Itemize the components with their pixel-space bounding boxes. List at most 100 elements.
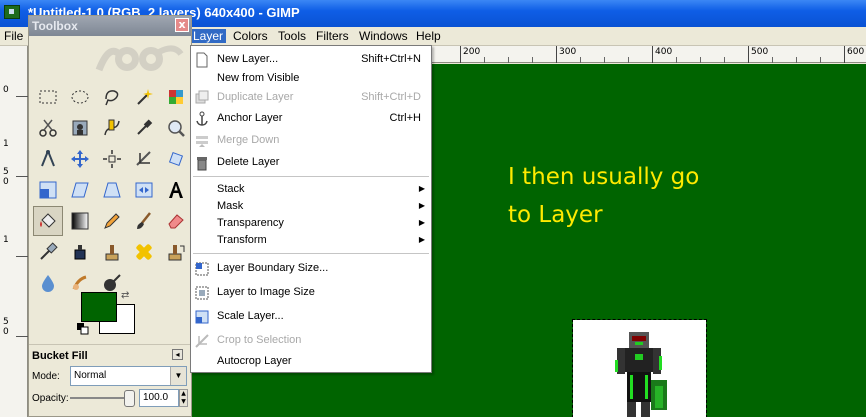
ruler-label: 1 — [3, 235, 9, 245]
scissors-icon[interactable] — [33, 113, 63, 143]
flip-icon[interactable] — [129, 175, 159, 205]
scale-layer-icon — [195, 310, 209, 324]
blur-icon[interactable] — [33, 268, 63, 298]
menu-item-layer-boundary-size[interactable]: Layer Boundary Size... — [191, 260, 431, 278]
opacity-label: Opacity: — [32, 393, 69, 404]
ink-icon[interactable] — [65, 237, 95, 267]
menu-item-delete-layer[interactable]: Delete Layer — [191, 154, 431, 172]
perspective-icon[interactable] — [97, 175, 127, 205]
shear-icon[interactable] — [65, 175, 95, 205]
menu-item-duplicate-layer[interactable]: Duplicate Layer Shift+Ctrl+D — [191, 89, 431, 107]
paintbrush-icon[interactable] — [129, 206, 159, 236]
rotate-icon[interactable] — [161, 144, 191, 174]
scale-icon[interactable] — [33, 175, 63, 205]
eraser-icon[interactable] — [161, 206, 191, 236]
menu-file[interactable]: File — [4, 29, 23, 43]
anchor-icon — [196, 111, 208, 126]
close-icon[interactable]: x — [175, 18, 189, 32]
menu-item-autocrop-layer[interactable]: Autocrop Layer — [191, 353, 431, 371]
menu-help[interactable]: Help — [416, 29, 441, 43]
submenu-arrow-icon: ▶ — [418, 184, 425, 193]
select-by-color-icon[interactable] — [161, 82, 191, 112]
measure-icon[interactable] — [33, 144, 63, 174]
sprite-layer[interactable] — [572, 319, 707, 417]
submenu-arrow-icon: ▶ — [418, 218, 425, 227]
menu-item-layer-to-image-size[interactable]: Layer to Image Size — [191, 284, 431, 302]
menu-colors[interactable]: Colors — [233, 29, 268, 43]
blend-icon[interactable] — [65, 206, 95, 236]
layer-boundary-icon — [195, 262, 209, 276]
swap-colors-icon[interactable]: ⇄ — [121, 290, 129, 301]
mode-select[interactable]: Normal ▼ — [70, 366, 187, 386]
menu-item-mask[interactable]: Mask ▶ — [191, 198, 431, 216]
ruler-label: 0 — [3, 327, 9, 337]
menu-item-stack[interactable]: Stack ▶ — [191, 181, 431, 199]
perspective-clone-icon[interactable] — [161, 237, 191, 267]
menu-item-label: Crop to Selection — [217, 334, 302, 346]
heal-icon[interactable] — [129, 237, 159, 267]
menu-item-crop-to-selection[interactable]: Crop to Selection — [191, 332, 431, 350]
opacity-slider-handle[interactable] — [124, 390, 135, 407]
default-colors-icon[interactable] — [77, 323, 89, 335]
crop-tool-icon[interactable] — [129, 144, 159, 174]
menu-item-label: Layer Boundary Size... — [217, 262, 329, 274]
crop-icon — [195, 334, 209, 348]
move-icon[interactable] — [65, 144, 95, 174]
fuzzy-select-icon[interactable] — [129, 82, 159, 112]
tool-options-menu-icon[interactable]: ◂ — [172, 349, 183, 360]
menu-item-label: Duplicate Layer — [217, 91, 294, 103]
annotation-line-2: to Layer — [508, 202, 603, 228]
menu-separator — [193, 253, 429, 254]
menu-tools[interactable]: Tools — [278, 29, 306, 43]
clone-icon[interactable] — [97, 237, 127, 267]
mode-label: Mode: — [32, 371, 60, 382]
airbrush-icon[interactable] — [33, 237, 63, 267]
color-area[interactable]: ⇄ — [77, 290, 141, 336]
rect-select-icon[interactable] — [33, 82, 63, 112]
ruler-label: 300 — [559, 47, 577, 57]
menu-item-label: Anchor Layer — [217, 112, 283, 124]
lasso-icon[interactable] — [97, 82, 127, 112]
menu-item-anchor-layer[interactable]: Anchor Layer Ctrl+H — [191, 110, 431, 128]
ellipse-select-icon[interactable] — [65, 82, 95, 112]
toolbox-window: Toolbox x ⇄ Bucket Fill ◂ Mode: Normal ▼… — [28, 15, 192, 417]
ruler-label: 200 — [463, 47, 481, 57]
menu-layer[interactable]: Layer — [190, 29, 227, 43]
toolbox-title: Toolbox — [32, 19, 78, 33]
trash-icon — [197, 157, 207, 171]
zoom-icon[interactable] — [161, 113, 191, 143]
text-icon[interactable] — [161, 175, 191, 205]
menu-item-new-layer[interactable]: New Layer... Shift+Ctrl+N — [191, 51, 431, 69]
ruler-label: 600 — [847, 47, 865, 57]
menu-item-label: Transparency — [217, 217, 284, 229]
chevron-down-icon[interactable]: ▼ — [170, 367, 186, 385]
menu-windows[interactable]: Windows — [359, 29, 408, 43]
menu-filters[interactable]: Filters — [316, 29, 349, 43]
menu-item-label: Merge Down — [217, 134, 280, 146]
align-icon[interactable] — [97, 144, 127, 174]
ruler-label: 0 — [3, 85, 9, 95]
menu-item-scale-layer[interactable]: Scale Layer... — [191, 308, 431, 326]
duplicate-layer-icon — [195, 90, 209, 104]
vertical-ruler[interactable]: 0 1 5 0 1 5 0 — [0, 46, 28, 417]
menu-item-new-from-visible[interactable]: New from Visible — [191, 70, 431, 88]
color-picker-icon[interactable] — [129, 113, 159, 143]
foreground-color-swatch[interactable] — [81, 292, 117, 322]
paths-icon[interactable] — [97, 113, 127, 143]
pencil-icon[interactable] — [97, 206, 127, 236]
foreground-select-icon[interactable] — [65, 113, 95, 143]
mode-value: Normal — [74, 370, 107, 381]
toolbox-title-bar[interactable]: Toolbox x — [29, 16, 191, 36]
menu-item-transparency[interactable]: Transparency ▶ — [191, 215, 431, 233]
new-layer-icon — [196, 52, 208, 68]
bucket-fill-icon[interactable] — [33, 206, 63, 236]
menu-separator — [193, 176, 429, 177]
opacity-spin-buttons[interactable]: ▲ ▼ — [179, 389, 188, 407]
tool-options-title: Bucket Fill — [32, 350, 88, 362]
menu-item-transform[interactable]: Transform ▶ — [191, 232, 431, 250]
menu-item-merge-down[interactable]: Merge Down — [191, 132, 431, 150]
menu-item-label: Autocrop Layer — [217, 355, 292, 367]
menu-item-label: Transform — [217, 234, 267, 246]
gimp-window-icon[interactable] — [4, 5, 20, 19]
opacity-value-field[interactable]: 100.0 — [139, 389, 179, 407]
